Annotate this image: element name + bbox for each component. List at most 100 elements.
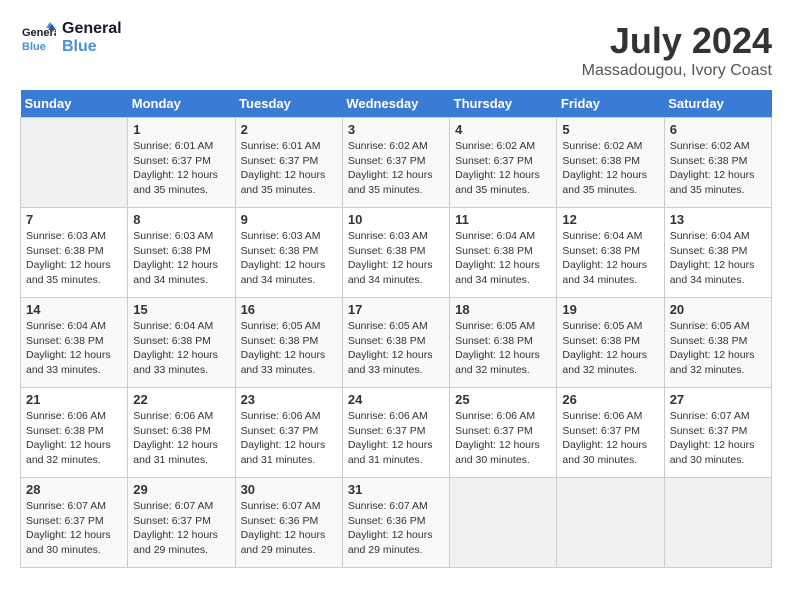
cell-info: Sunrise: 6:07 AM Sunset: 6:37 PM Dayligh… — [670, 409, 766, 468]
cell-info: Sunrise: 6:05 AM Sunset: 6:38 PM Dayligh… — [455, 319, 551, 378]
day-number: 13 — [670, 212, 766, 227]
cell-info: Sunrise: 6:02 AM Sunset: 6:38 PM Dayligh… — [562, 139, 658, 198]
calendar-cell — [450, 478, 557, 568]
day-number: 16 — [241, 302, 337, 317]
day-number: 28 — [26, 482, 122, 497]
cell-info: Sunrise: 6:02 AM Sunset: 6:38 PM Dayligh… — [670, 139, 766, 198]
day-number: 25 — [455, 392, 551, 407]
cell-info: Sunrise: 6:04 AM Sunset: 6:38 PM Dayligh… — [26, 319, 122, 378]
cell-info: Sunrise: 6:05 AM Sunset: 6:38 PM Dayligh… — [348, 319, 444, 378]
cell-info: Sunrise: 6:02 AM Sunset: 6:37 PM Dayligh… — [348, 139, 444, 198]
calendar-cell: 17 Sunrise: 6:05 AM Sunset: 6:38 PM Dayli… — [342, 298, 449, 388]
cell-info: Sunrise: 6:06 AM Sunset: 6:37 PM Dayligh… — [562, 409, 658, 468]
cell-info: Sunrise: 6:03 AM Sunset: 6:38 PM Dayligh… — [241, 229, 337, 288]
calendar-cell: 20 Sunrise: 6:05 AM Sunset: 6:38 PM Dayli… — [664, 298, 771, 388]
day-number: 29 — [133, 482, 229, 497]
day-number: 31 — [348, 482, 444, 497]
calendar-cell: 31 Sunrise: 6:07 AM Sunset: 6:36 PM Dayli… — [342, 478, 449, 568]
calendar-header-row: SundayMondayTuesdayWednesdayThursdayFrid… — [21, 90, 772, 118]
day-number: 15 — [133, 302, 229, 317]
calendar-cell: 25Sunrise: 6:06 AM Sunset: 6:37 PM Dayli… — [450, 388, 557, 478]
calendar-cell: 22Sunrise: 6:06 AM Sunset: 6:38 PM Dayli… — [128, 388, 235, 478]
calendar-cell: 21 Sunrise: 6:06 AM Sunset: 6:38 PM Dayli… — [21, 388, 128, 478]
calendar-cell — [557, 478, 664, 568]
cell-info: Sunrise: 6:07 AM Sunset: 6:37 PM Dayligh… — [26, 499, 122, 558]
calendar-cell: 24Sunrise: 6:06 AM Sunset: 6:37 PM Dayli… — [342, 388, 449, 478]
cell-info: Sunrise: 6:07 AM Sunset: 6:36 PM Dayligh… — [348, 499, 444, 558]
calendar-cell: 27 Sunrise: 6:07 AM Sunset: 6:37 PM Dayli… — [664, 388, 771, 478]
day-number: 2 — [241, 122, 337, 137]
day-number: 4 — [455, 122, 551, 137]
calendar-cell: 4 Sunrise: 6:02 AM Sunset: 6:37 PM Daylig… — [450, 118, 557, 208]
day-number: 30 — [241, 482, 337, 497]
cell-info: Sunrise: 6:06 AM Sunset: 6:38 PM Dayligh… — [133, 409, 229, 468]
page-header: General Blue General Blue July 2024 Mass… — [20, 20, 772, 80]
day-number: 9 — [241, 212, 337, 227]
calendar-cell: 14Sunrise: 6:04 AM Sunset: 6:38 PM Dayli… — [21, 298, 128, 388]
svg-text:Blue: Blue — [22, 41, 46, 53]
day-number: 11 — [455, 212, 551, 227]
calendar-cell: 29 Sunrise: 6:07 AM Sunset: 6:37 PM Dayli… — [128, 478, 235, 568]
cell-info: Sunrise: 6:04 AM Sunset: 6:38 PM Dayligh… — [455, 229, 551, 288]
cell-info: Sunrise: 6:05 AM Sunset: 6:38 PM Dayligh… — [562, 319, 658, 378]
cell-info: Sunrise: 6:01 AM Sunset: 6:37 PM Dayligh… — [133, 139, 229, 198]
logo-icon: General Blue — [20, 20, 56, 56]
calendar-cell: 9 Sunrise: 6:03 AM Sunset: 6:38 PM Daylig… — [235, 208, 342, 298]
logo-general: General — [62, 20, 122, 38]
calendar-cell: 13 Sunrise: 6:04 AM Sunset: 6:38 PM Dayli… — [664, 208, 771, 298]
day-number: 17 — [348, 302, 444, 317]
calendar-week-row: 7Sunrise: 6:03 AM Sunset: 6:38 PM Daylig… — [21, 208, 772, 298]
calendar-cell: 2 Sunrise: 6:01 AM Sunset: 6:37 PM Daylig… — [235, 118, 342, 208]
day-number: 8 — [133, 212, 229, 227]
cell-info: Sunrise: 6:05 AM Sunset: 6:38 PM Dayligh… — [241, 319, 337, 378]
calendar-cell: 15 Sunrise: 6:04 AM Sunset: 6:38 PM Dayli… — [128, 298, 235, 388]
cell-info: Sunrise: 6:04 AM Sunset: 6:38 PM Dayligh… — [133, 319, 229, 378]
calendar-week-row: 1 Sunrise: 6:01 AM Sunset: 6:37 PM Daylig… — [21, 118, 772, 208]
title-block: July 2024 Massadougou, Ivory Coast — [582, 20, 772, 80]
day-number: 24 — [348, 392, 444, 407]
day-number: 26 — [562, 392, 658, 407]
cell-info: Sunrise: 6:04 AM Sunset: 6:38 PM Dayligh… — [562, 229, 658, 288]
calendar-cell — [21, 118, 128, 208]
header-tuesday: Tuesday — [235, 90, 342, 118]
header-thursday: Thursday — [450, 90, 557, 118]
cell-info: Sunrise: 6:05 AM Sunset: 6:38 PM Dayligh… — [670, 319, 766, 378]
day-number: 19 — [562, 302, 658, 317]
cell-info: Sunrise: 6:02 AM Sunset: 6:37 PM Dayligh… — [455, 139, 551, 198]
day-number: 1 — [133, 122, 229, 137]
calendar-cell: 1 Sunrise: 6:01 AM Sunset: 6:37 PM Daylig… — [128, 118, 235, 208]
calendar-cell: 28 Sunrise: 6:07 AM Sunset: 6:37 PM Dayli… — [21, 478, 128, 568]
calendar-cell: 8 Sunrise: 6:03 AM Sunset: 6:38 PM Daylig… — [128, 208, 235, 298]
day-number: 5 — [562, 122, 658, 137]
calendar-cell: 7Sunrise: 6:03 AM Sunset: 6:38 PM Daylig… — [21, 208, 128, 298]
month-year-title: July 2024 — [582, 20, 772, 62]
day-number: 18 — [455, 302, 551, 317]
day-number: 6 — [670, 122, 766, 137]
cell-info: Sunrise: 6:01 AM Sunset: 6:37 PM Dayligh… — [241, 139, 337, 198]
day-number: 10 — [348, 212, 444, 227]
calendar-cell: 6 Sunrise: 6:02 AM Sunset: 6:38 PM Daylig… — [664, 118, 771, 208]
cell-info: Sunrise: 6:03 AM Sunset: 6:38 PM Dayligh… — [348, 229, 444, 288]
calendar-cell: 3Sunrise: 6:02 AM Sunset: 6:37 PM Daylig… — [342, 118, 449, 208]
cell-info: Sunrise: 6:03 AM Sunset: 6:38 PM Dayligh… — [26, 229, 122, 288]
day-number: 21 — [26, 392, 122, 407]
header-sunday: Sunday — [21, 90, 128, 118]
calendar-cell: 26 Sunrise: 6:06 AM Sunset: 6:37 PM Dayli… — [557, 388, 664, 478]
cell-info: Sunrise: 6:06 AM Sunset: 6:38 PM Dayligh… — [26, 409, 122, 468]
logo: General Blue General Blue — [20, 20, 122, 56]
cell-info: Sunrise: 6:03 AM Sunset: 6:38 PM Dayligh… — [133, 229, 229, 288]
calendar-cell: 5 Sunrise: 6:02 AM Sunset: 6:38 PM Daylig… — [557, 118, 664, 208]
calendar-cell: 16 Sunrise: 6:05 AM Sunset: 6:38 PM Dayli… — [235, 298, 342, 388]
calendar-cell: 12Sunrise: 6:04 AM Sunset: 6:38 PM Dayli… — [557, 208, 664, 298]
calendar-week-row: 28 Sunrise: 6:07 AM Sunset: 6:37 PM Dayli… — [21, 478, 772, 568]
cell-info: Sunrise: 6:07 AM Sunset: 6:37 PM Dayligh… — [133, 499, 229, 558]
cell-info: Sunrise: 6:04 AM Sunset: 6:38 PM Dayligh… — [670, 229, 766, 288]
day-number: 20 — [670, 302, 766, 317]
cell-info: Sunrise: 6:06 AM Sunset: 6:37 PM Dayligh… — [241, 409, 337, 468]
calendar-cell — [664, 478, 771, 568]
day-number: 23 — [241, 392, 337, 407]
location-subtitle: Massadougou, Ivory Coast — [582, 62, 772, 80]
day-number: 27 — [670, 392, 766, 407]
cell-info: Sunrise: 6:07 AM Sunset: 6:36 PM Dayligh… — [241, 499, 337, 558]
calendar-week-row: 21 Sunrise: 6:06 AM Sunset: 6:38 PM Dayli… — [21, 388, 772, 478]
